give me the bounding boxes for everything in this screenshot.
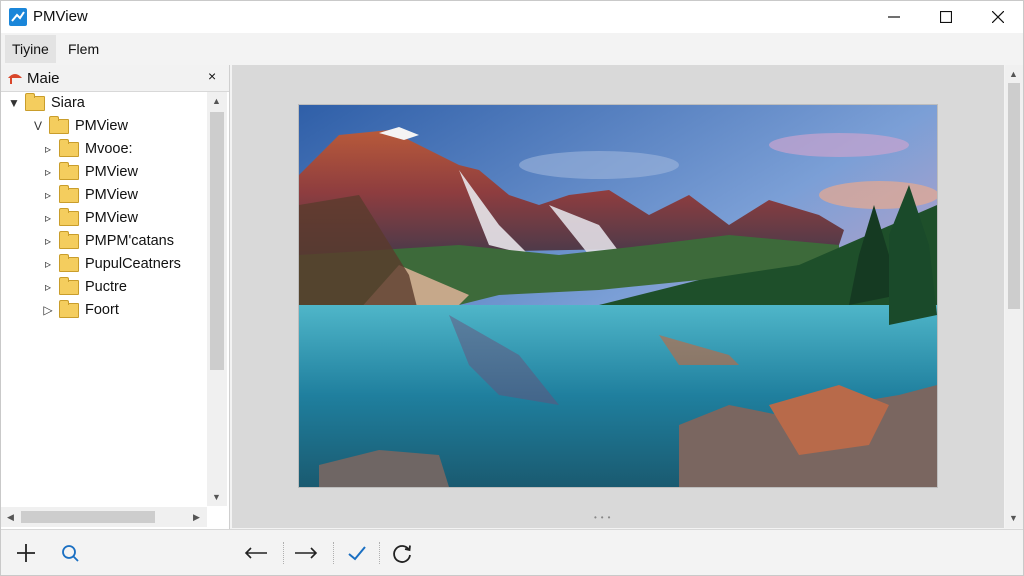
expand-toggle-icon[interactable]: ▹ — [41, 188, 55, 202]
displayed-photo[interactable] — [298, 104, 938, 488]
scroll-up-arrow-icon[interactable]: ▲ — [212, 96, 221, 106]
panel-close-button[interactable]: × — [208, 68, 216, 84]
toolbar-separator — [379, 542, 380, 564]
menu-item-tiyine[interactable]: Tiyine — [5, 35, 56, 63]
expand-toggle-icon[interactable]: ▹ — [41, 165, 55, 179]
folder-icon — [49, 115, 69, 134]
folder-icon — [59, 299, 79, 318]
tree-item-label: Siara — [51, 95, 85, 111]
image-viewer: ••• — [232, 65, 1004, 528]
next-button[interactable] — [291, 538, 321, 568]
scroll-up-arrow-icon[interactable]: ▲ — [1009, 69, 1018, 79]
viewer-vertical-scrollbar[interactable]: ▲ ▼ — [1005, 65, 1023, 528]
scroll-thumb[interactable] — [1008, 83, 1020, 309]
tree-item[interactable]: ▹ Mvooe: — [41, 138, 133, 160]
bottom-toolbar — [1, 529, 1023, 575]
tree-item-label: PMView — [85, 210, 138, 226]
tree-item-label: PMView — [75, 118, 128, 134]
confirm-button[interactable] — [342, 538, 372, 568]
folder-icon — [59, 253, 79, 272]
tree-item-label: PupulCeatners — [85, 256, 181, 272]
scroll-down-arrow-icon[interactable]: ▼ — [1009, 513, 1018, 523]
tree-item[interactable]: ▷ Foort — [41, 299, 119, 321]
menu-item-flem[interactable]: Flem — [61, 35, 106, 63]
tree-item[interactable]: ▹ Puctre — [41, 276, 127, 298]
tree-horizontal-scrollbar[interactable]: ◀ ▶ — [1, 507, 207, 527]
title-bar: PMView — [1, 1, 1023, 33]
panel-title: Maie — [27, 70, 60, 87]
expand-toggle-icon[interactable]: V — [31, 119, 45, 133]
scroll-thumb[interactable] — [21, 511, 155, 523]
expand-toggle-icon[interactable]: ▹ — [41, 234, 55, 248]
plus-icon — [17, 544, 35, 562]
tree-item-label: PMPM'catans — [85, 233, 174, 249]
scroll-down-arrow-icon[interactable]: ▼ — [212, 492, 221, 502]
tree-item[interactable]: ▹ PMView — [41, 161, 138, 183]
expand-toggle-icon[interactable]: ▼ — [7, 96, 21, 110]
tree-vertical-scrollbar[interactable]: ▲ ▼ — [207, 92, 227, 506]
tree-item[interactable]: ▹ PMView — [41, 184, 138, 206]
checkmark-icon — [348, 546, 366, 561]
app-window: PMView Tiyine Flem Maie × ▼ Siara V PMVi… — [0, 0, 1024, 576]
close-icon — [992, 11, 1004, 23]
scroll-thumb[interactable] — [210, 112, 224, 370]
folder-tree: ▼ Siara V PMView ▹ Mvooe: ▹ PMView ▹ PMV… — [1, 92, 207, 506]
tree-item[interactable]: ▹ PupulCeatners — [41, 253, 181, 275]
page-indicator-dots: ••• — [594, 513, 615, 522]
folder-icon — [59, 207, 79, 226]
landscape-photo — [299, 105, 937, 487]
folder-icon — [59, 184, 79, 203]
add-button[interactable] — [11, 538, 41, 568]
rotate-button[interactable] — [387, 538, 417, 568]
folder-icon — [59, 276, 79, 295]
app-icon — [9, 8, 27, 26]
expand-toggle-icon[interactable]: ▹ — [41, 211, 55, 225]
tree-item[interactable]: ▹ PMPM'catans — [41, 230, 174, 252]
window-title: PMView — [33, 8, 88, 25]
maximize-icon — [940, 11, 952, 23]
tree-item[interactable]: V PMView — [31, 115, 128, 137]
rotate-icon — [393, 545, 411, 563]
folder-icon — [59, 138, 79, 157]
toolbar-separator — [283, 542, 284, 564]
folder-icon — [59, 230, 79, 249]
tree-item[interactable]: ▼ Siara — [7, 92, 85, 114]
expand-toggle-icon[interactable]: ▹ — [41, 280, 55, 294]
minimize-icon — [888, 16, 900, 18]
tree-item-label: PMView — [85, 164, 138, 180]
search-icon — [62, 545, 79, 562]
minimize-button[interactable] — [869, 1, 919, 33]
arrow-left-icon — [244, 547, 267, 559]
folder-icon — [25, 92, 45, 111]
search-button[interactable] — [55, 538, 85, 568]
toolbar-separator — [333, 542, 334, 564]
panel-header: Maie × — [1, 65, 229, 92]
arrow-right-icon — [295, 547, 318, 559]
scroll-left-arrow-icon[interactable]: ◀ — [7, 512, 14, 523]
folder-icon — [59, 161, 79, 180]
close-button[interactable] — [973, 1, 1023, 33]
panel-icon — [8, 74, 22, 84]
scroll-right-arrow-icon[interactable]: ▶ — [193, 512, 200, 523]
folder-panel: Maie × ▼ Siara V PMView ▹ Mvooe: ▹ PMVie… — [1, 65, 230, 529]
tree-item-label: Foort — [85, 302, 119, 318]
tree-item-label: Puctre — [85, 279, 127, 295]
tree-item-label: PMView — [85, 187, 138, 203]
tree-item-label: Mvooe: — [85, 141, 133, 157]
previous-button[interactable] — [241, 538, 271, 568]
tree-item[interactable]: ▹ PMView — [41, 207, 138, 229]
expand-toggle-icon[interactable]: ▹ — [41, 142, 55, 156]
expand-toggle-icon[interactable]: ▷ — [41, 303, 55, 317]
expand-toggle-icon[interactable]: ▹ — [41, 257, 55, 271]
menu-bar: Tiyine Flem — [1, 35, 1023, 63]
maximize-button[interactable] — [921, 1, 971, 33]
